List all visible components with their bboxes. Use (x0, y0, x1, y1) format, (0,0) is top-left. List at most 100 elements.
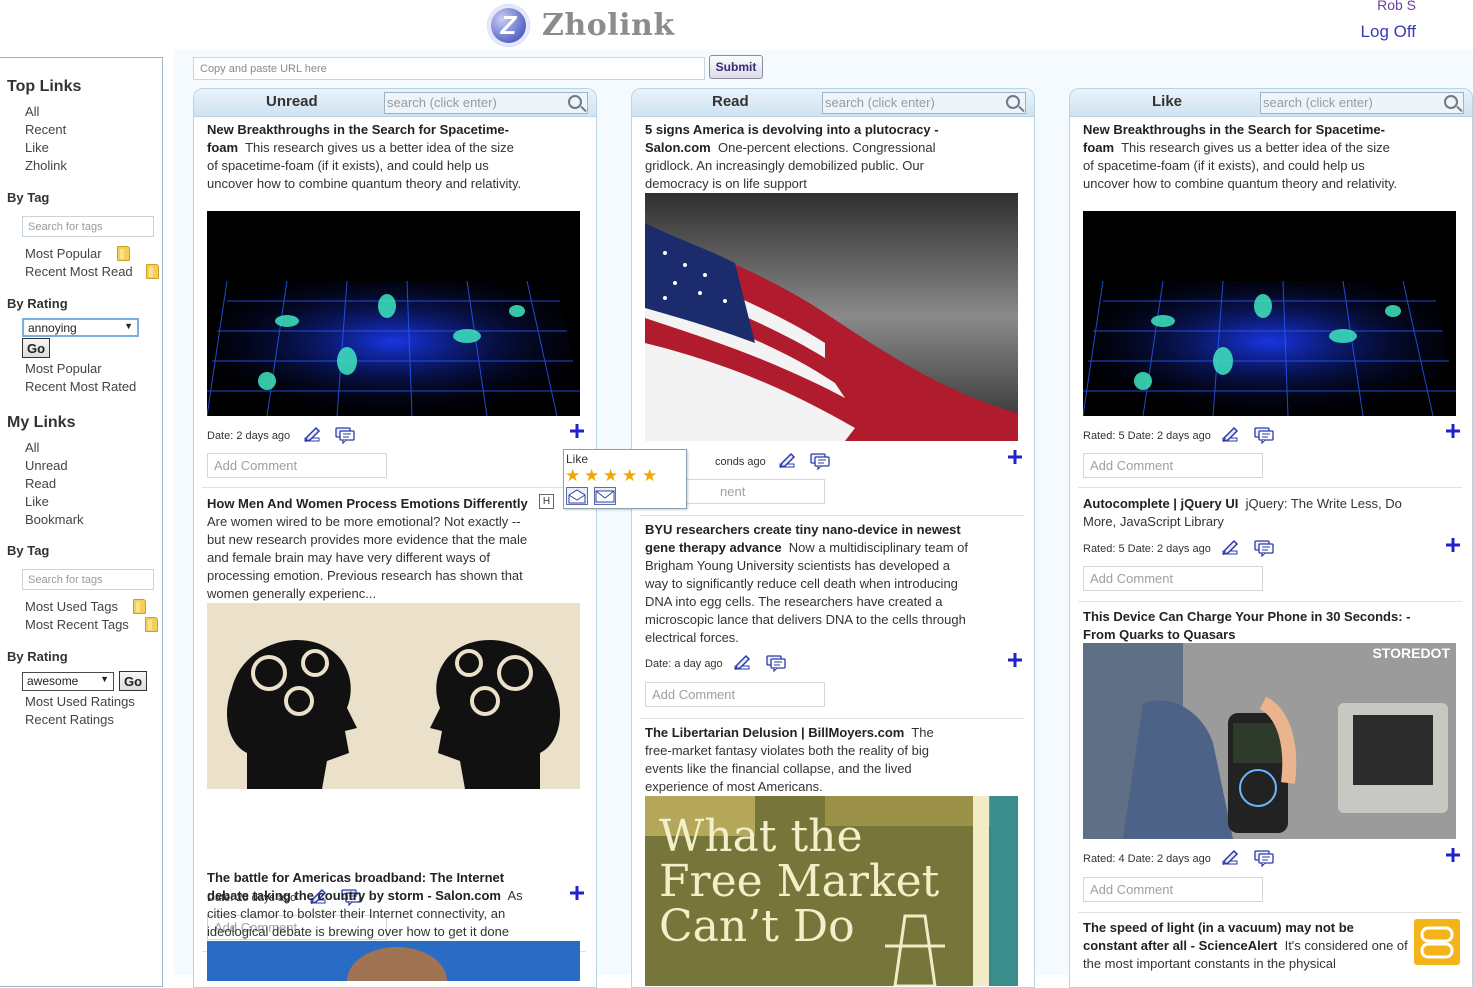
submit-button[interactable]: Submit (709, 55, 763, 79)
star-icon[interactable]: ★ (603, 466, 618, 486)
column-read-header: Read search (click enter) (632, 89, 1034, 117)
my-rating-go-button[interactable]: Go (119, 671, 148, 691)
my-links-read[interactable]: Read (25, 476, 56, 491)
add-comment-input[interactable]: Add Comment (1083, 566, 1263, 591)
column-search-input[interactable]: search (click enter) (1260, 92, 1464, 114)
my-rating-most-used[interactable]: Most Used Ratings (25, 694, 135, 709)
thumbnail-brand-text: STOREDOT (1372, 645, 1450, 661)
item-thumbnail[interactable] (645, 193, 1018, 441)
my-links-bookmark[interactable]: Bookmark (25, 512, 84, 527)
folder-icon[interactable] (133, 599, 146, 614)
column-search-input[interactable]: search (click enter) (384, 92, 588, 114)
mail-icon[interactable] (594, 487, 616, 505)
sidebar: Top Links All Recent Like Zholink By Tag… (0, 57, 163, 987)
user-name: Rob S (1377, 0, 1416, 13)
star-icon[interactable]: ★ (565, 466, 580, 486)
add-icon[interactable] (1008, 450, 1022, 464)
top-rating-most-popular[interactable]: Most Popular (25, 361, 102, 376)
edit-icon[interactable] (303, 425, 323, 443)
thumbnail-text: What the Free Market Can’t Do (659, 811, 940, 952)
add-icon[interactable] (1446, 538, 1460, 552)
top-rating-go-button[interactable]: Go (22, 338, 51, 358)
top-by-tag-heading: By Tag (7, 190, 50, 205)
edit-icon[interactable] (1221, 848, 1241, 866)
top-links-heading: Top Links (7, 78, 82, 95)
add-icon[interactable] (1446, 848, 1460, 862)
item-thumbnail[interactable]: STOREDOT (1083, 643, 1456, 839)
h-badge[interactable]: H (539, 494, 554, 509)
star-icon[interactable]: ★ (584, 466, 599, 486)
add-comment-input[interactable]: Add Comment (1083, 453, 1263, 478)
item-title[interactable]: The battle for Americas broadband: The I… (207, 870, 504, 903)
top-tag-recent-most-read[interactable]: Recent Most Read (25, 264, 133, 279)
folder-icon[interactable] (146, 264, 159, 279)
folder-icon[interactable] (117, 246, 130, 261)
top-tag-most-popular[interactable]: Most Popular (25, 246, 102, 261)
url-input[interactable]: Copy and paste URL here (193, 57, 705, 80)
top-links-recent[interactable]: Recent (25, 122, 66, 137)
item-title[interactable]: How Men And Women Process Emotions Diffe… (207, 496, 528, 511)
edit-icon[interactable] (1221, 425, 1241, 443)
item-date: Date: 2 days ago (207, 430, 291, 442)
comment-icon[interactable] (810, 452, 830, 470)
top-tag-search-input[interactable]: Search for tags (22, 216, 154, 237)
zholink-logo[interactable]: Z Zholink (487, 3, 675, 47)
item-description: This research gives us a better idea of … (207, 140, 522, 191)
item-thumbnail[interactable]: What the Free Market Can’t Do (645, 796, 1018, 986)
sciencealert-logo-icon (1414, 919, 1460, 965)
column-like: Like search (click enter) New Breakthrou… (1069, 88, 1473, 988)
add-icon[interactable] (1008, 653, 1022, 667)
add-icon[interactable] (570, 886, 584, 900)
item-title[interactable]: The Libertarian Delusion | BillMoyers.co… (645, 725, 904, 740)
edit-icon[interactable] (733, 653, 753, 671)
my-rating-select[interactable]: awesome ▼ (22, 672, 114, 691)
item-thumbnail[interactable] (207, 941, 580, 981)
my-links-unread[interactable]: Unread (25, 458, 68, 473)
my-tag-most-used[interactable]: Most Used Tags (25, 599, 118, 614)
dropdown-arrow-icon: ▼ (100, 674, 109, 684)
logoff-link[interactable]: Log Off (1361, 22, 1416, 42)
dropdown-arrow-icon: ▼ (124, 321, 133, 331)
column-unread: Unread search (click enter) New Breakthr… (193, 88, 597, 988)
item-title[interactable]: Autocomplete | jQuery UI (1083, 496, 1238, 511)
item-rating-date: Rated: 5 Date: 2 days ago (1083, 543, 1211, 555)
add-comment-input[interactable]: Add Comment (1083, 877, 1263, 902)
item-thumbnail[interactable] (1083, 211, 1456, 416)
item-thumbnail[interactable] (207, 603, 580, 789)
search-icon[interactable] (1444, 95, 1458, 109)
top-rating-recent-most-rated[interactable]: Recent Most Rated (25, 379, 136, 394)
item-description: Are women wired to be more emotional? No… (207, 514, 528, 601)
my-tag-most-recent[interactable]: Most Recent Tags (25, 617, 129, 632)
edit-icon[interactable] (1221, 538, 1241, 556)
star-icon[interactable]: ★ (642, 466, 657, 486)
add-icon[interactable] (1446, 424, 1460, 438)
top-links-like[interactable]: Like (25, 140, 49, 155)
folder-icon[interactable] (145, 617, 158, 632)
top-rating-select[interactable]: annoying ▼ (22, 318, 139, 337)
item-rating-date: Rated: 4 Date: 2 days ago (1083, 853, 1211, 865)
comment-icon[interactable] (1254, 849, 1274, 867)
open-mail-icon[interactable] (566, 487, 588, 505)
search-icon[interactable] (1006, 95, 1020, 109)
item-thumbnail[interactable] (207, 211, 580, 416)
comment-icon[interactable] (766, 654, 786, 672)
my-links-like[interactable]: Like (25, 494, 49, 509)
my-tag-search-input[interactable]: Search for tags (22, 569, 154, 590)
my-rating-recent[interactable]: Recent Ratings (25, 712, 114, 727)
add-comment-input[interactable]: Add Comment (645, 682, 825, 707)
top-links-all[interactable]: All (25, 104, 39, 119)
comment-icon[interactable] (1254, 539, 1274, 557)
comment-icon[interactable] (335, 426, 355, 444)
add-icon[interactable] (570, 424, 584, 438)
item-title[interactable]: This Device Can Charge Your Phone in 30 … (1083, 609, 1411, 642)
column-search-input[interactable]: search (click enter) (822, 92, 1026, 114)
star-icon[interactable]: ★ (622, 466, 637, 486)
top-links-zholink[interactable]: Zholink (25, 158, 67, 173)
my-links-all[interactable]: All (25, 440, 39, 455)
comment-icon[interactable] (1254, 426, 1274, 444)
edit-icon[interactable] (778, 451, 798, 469)
search-icon[interactable] (568, 95, 582, 109)
add-comment-input[interactable]: Add Comment (207, 453, 387, 478)
column-like-header: Like search (click enter) (1070, 89, 1472, 117)
top-by-rating-heading: By Rating (7, 296, 68, 311)
